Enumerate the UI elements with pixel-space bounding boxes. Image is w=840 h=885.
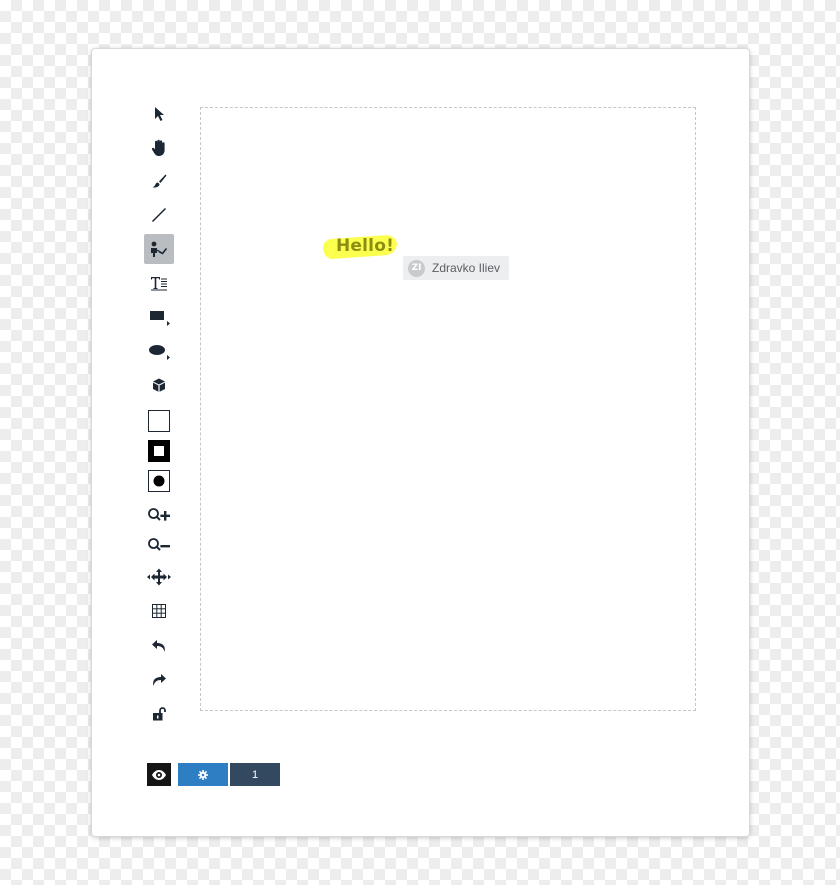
- presenter-icon: [151, 241, 168, 257]
- fill-stroke-button[interactable]: [144, 436, 174, 466]
- undo-button[interactable]: [144, 631, 174, 661]
- page-number-button[interactable]: 1: [230, 763, 280, 786]
- zoom-in-icon: [148, 508, 170, 521]
- rectangle-icon: [150, 311, 170, 326]
- brush-icon: [152, 174, 167, 188]
- text-tool-button[interactable]: [144, 268, 174, 298]
- arrow-pointer-icon: [155, 107, 164, 121]
- select-tool-button[interactable]: [144, 99, 174, 129]
- undo-icon: [152, 640, 165, 652]
- square-outline-icon: [148, 410, 170, 432]
- line-tool-button[interactable]: [144, 200, 174, 230]
- shape-3d-tool-button[interactable]: [144, 370, 174, 400]
- zoom-out-button[interactable]: [144, 531, 174, 561]
- avatar: ZI: [408, 259, 425, 277]
- whiteboard-panel: Hello! ZI Zdravko Iliev 1: [92, 49, 749, 836]
- unlock-icon: [153, 707, 166, 721]
- rectangle-tool-button[interactable]: [144, 302, 174, 332]
- text-icon: [151, 277, 167, 291]
- gear-icon: [198, 769, 208, 780]
- presenter-tool-button[interactable]: [144, 234, 174, 264]
- square-filled-icon: [148, 440, 170, 462]
- fill-none-button[interactable]: [144, 406, 174, 436]
- settings-button[interactable]: [178, 763, 228, 786]
- redo-button[interactable]: [144, 665, 174, 695]
- user-name: Zdravko Iliev: [432, 261, 501, 275]
- ellipse-icon: [149, 345, 170, 360]
- cube-icon: [153, 378, 165, 392]
- circle-filled-icon: [148, 470, 170, 492]
- lock-button[interactable]: [144, 699, 174, 729]
- fill-solid-button[interactable]: [144, 466, 174, 496]
- user-cursor-label: ZI Zdravko Iliev: [403, 256, 509, 280]
- eye-icon: [152, 769, 166, 780]
- visibility-button[interactable]: [147, 763, 171, 786]
- highlighted-text[interactable]: Hello!: [322, 233, 398, 261]
- pan-tool-button[interactable]: [144, 133, 174, 163]
- hello-text: Hello!: [336, 236, 395, 256]
- brush-tool-button[interactable]: [144, 166, 174, 196]
- grid-button[interactable]: [144, 596, 174, 626]
- move-arrows-icon: [147, 568, 171, 586]
- zoom-in-button[interactable]: [144, 501, 174, 531]
- hand-icon: [151, 139, 165, 156]
- zoom-out-icon: [148, 538, 170, 551]
- move-button[interactable]: [144, 562, 174, 592]
- ellipse-tool-button[interactable]: [144, 336, 174, 366]
- grid-icon: [152, 604, 166, 618]
- drawing-canvas[interactable]: Hello! ZI Zdravko Iliev: [200, 107, 696, 711]
- redo-icon: [153, 674, 166, 686]
- line-icon: [151, 207, 167, 223]
